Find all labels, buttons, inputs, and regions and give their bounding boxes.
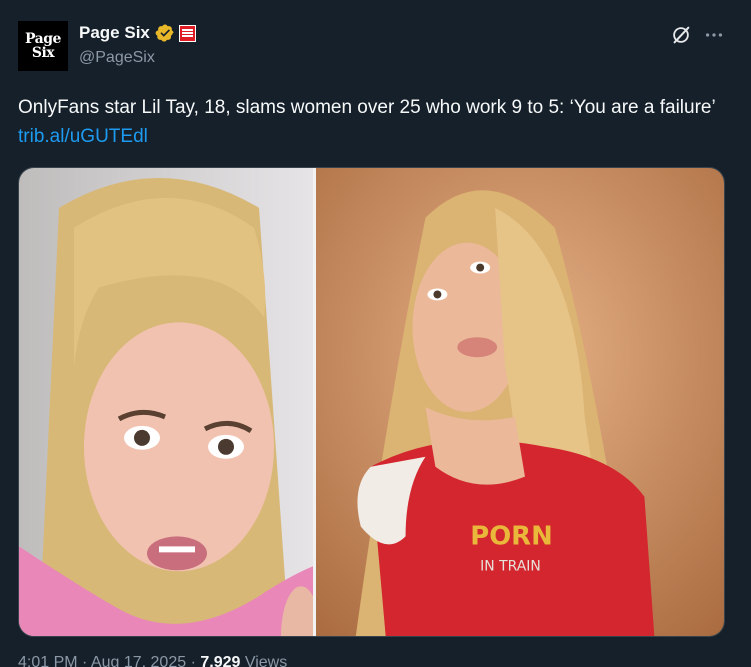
more-options-icon[interactable] — [703, 24, 725, 46]
tweet-text: OnlyFans star Lil Tay, 18, slams women o… — [18, 93, 733, 151]
new-york-post-badge-icon[interactable] — [178, 24, 196, 42]
views-count: 7,929 — [200, 654, 241, 667]
left-photo[interactable] — [19, 168, 313, 636]
tweet-body: OnlyFans star Lil Tay, 18, slams women o… — [18, 97, 715, 118]
avatar[interactable]: Page Six — [18, 21, 68, 71]
avatar-text-line1: Page — [25, 31, 61, 47]
svg-text:IN TRAIN: IN TRAIN — [480, 558, 541, 574]
tweet-timestamp[interactable]: 4:01 PM · Aug 17, 2025 · — [18, 654, 200, 667]
views-label: Views — [240, 654, 288, 667]
tweet-media[interactable]: PORN IN TRAIN — [18, 167, 725, 637]
tweet-link[interactable]: trib.al/uGUTEdl — [18, 126, 148, 147]
tweet-footer: 4:01 PM · Aug 17, 2025 · 7,929 Views — [18, 654, 287, 667]
avatar-text-line2: Six — [31, 45, 55, 61]
right-photo[interactable]: PORN IN TRAIN — [316, 168, 724, 636]
grok-icon[interactable] — [670, 24, 692, 46]
tweet: Page Six Page Six @PageSix OnlyFans star… — [0, 0, 751, 667]
author-name-row: Page Six — [79, 22, 196, 44]
svg-text:PORN: PORN — [470, 521, 553, 551]
author-display-name[interactable]: Page Six — [79, 23, 150, 43]
author-handle[interactable]: @PageSix — [79, 49, 155, 67]
verified-gold-check-icon[interactable] — [155, 23, 175, 43]
